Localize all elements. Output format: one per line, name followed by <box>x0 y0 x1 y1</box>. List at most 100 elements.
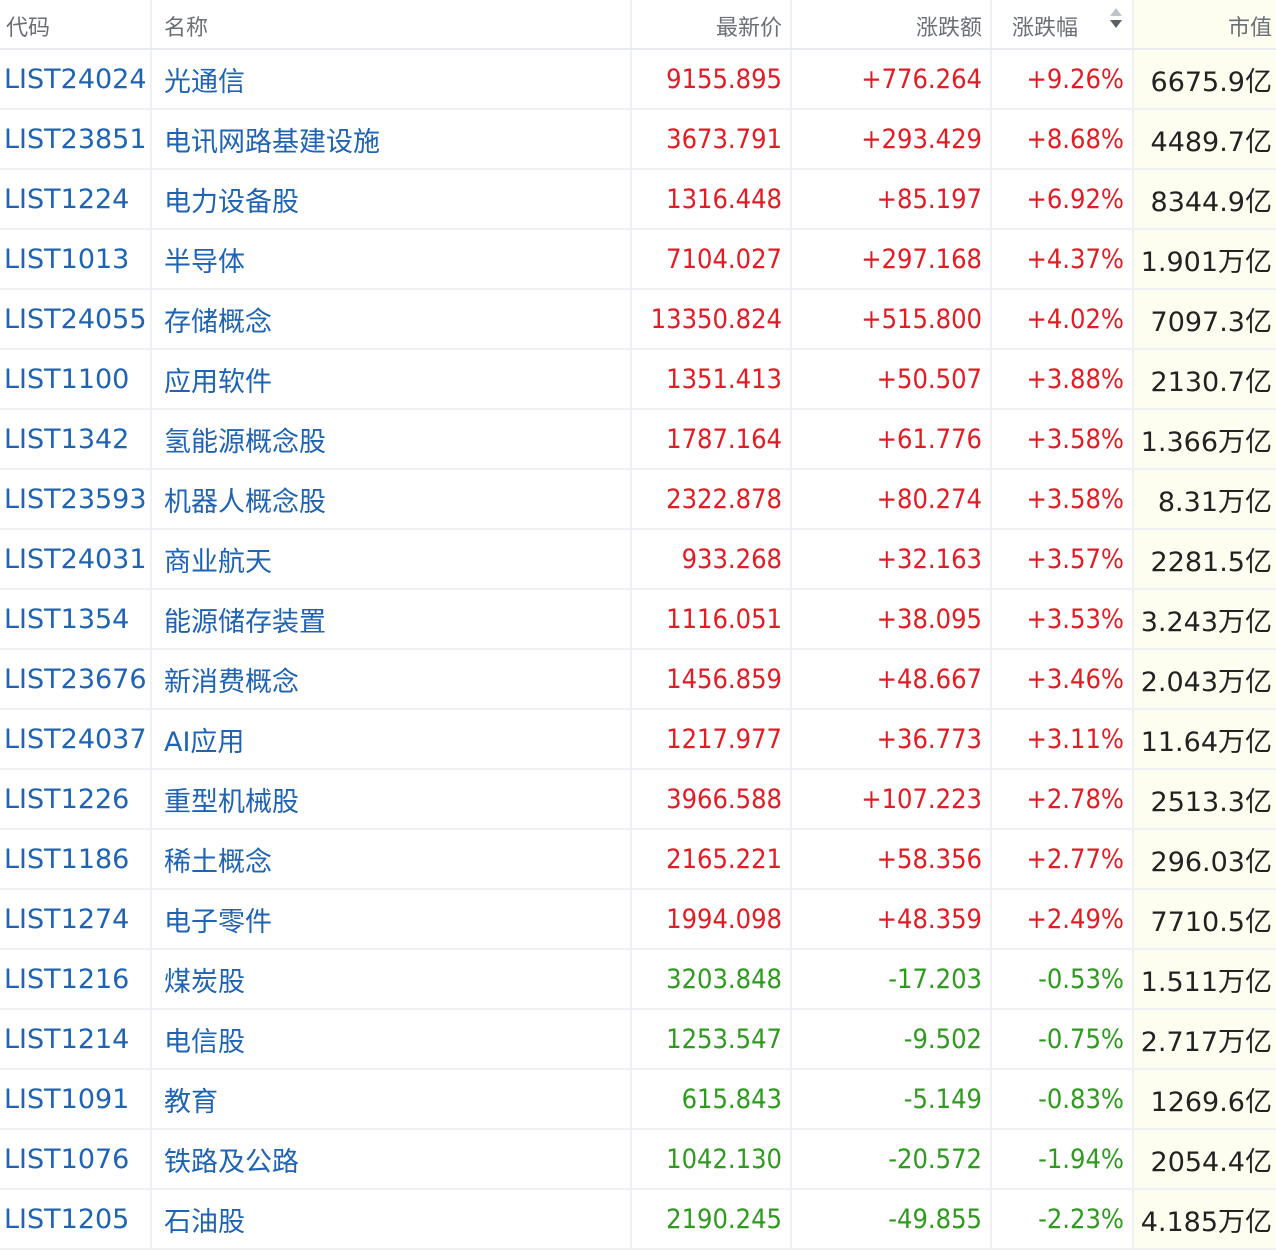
header-cap[interactable]: 市值 <box>1134 0 1276 48</box>
table-row[interactable]: LIST1342 氢能源概念股 1787.164 +61.776 +3.58% 1.366… <box>0 410 1276 470</box>
sector-code-link[interactable]: LIST1186 <box>4 844 129 875</box>
sector-name-link[interactable]: 铁路及公路 <box>164 1140 299 1179</box>
sector-code-link[interactable]: LIST23851 <box>4 124 147 155</box>
sector-name-link[interactable]: 机器人概念股 <box>164 480 326 519</box>
sector-code-link[interactable]: LIST24037 <box>4 724 147 755</box>
market-cap: 1269.6亿 <box>1150 1086 1272 1118</box>
sector-code-link[interactable]: LIST1226 <box>4 784 129 815</box>
table-row[interactable]: LIST23851 电讯网路基建设施 3673.791 +293.429 +8.68% 4… <box>0 110 1276 170</box>
sector-name-link[interactable]: 商业航天 <box>164 540 272 579</box>
latest-price: 3673.791 <box>666 123 782 155</box>
sector-code-link[interactable]: LIST1013 <box>4 244 129 275</box>
table-row[interactable]: LIST1224 电力设备股 1316.448 +85.197 +6.92% 8344.9… <box>0 170 1276 230</box>
price-change: +48.667 <box>876 663 982 695</box>
sector-code-link[interactable]: LIST24055 <box>4 304 147 335</box>
header-name[interactable]: 名称 <box>152 0 632 48</box>
price-change-pct: -0.53% <box>1038 963 1124 995</box>
market-cap: 2130.7亿 <box>1150 366 1272 398</box>
table-row[interactable]: LIST24037 AI应用 1217.977 +36.773 +3.11% 11.64万… <box>0 710 1276 770</box>
price-change: -9.502 <box>903 1023 982 1055</box>
table-row[interactable]: LIST1205 石油股 2190.245 -49.855 -2.23% 4.185万亿 <box>0 1190 1276 1250</box>
market-cap: 7097.3亿 <box>1150 306 1272 338</box>
sort-descending-icon[interactable] <box>1110 8 1122 28</box>
sector-name-link[interactable]: AI应用 <box>164 720 244 759</box>
table-row[interactable]: LIST1274 电子零件 1994.098 +48.359 +2.49% 7710.5亿 <box>0 890 1276 950</box>
sector-code-link[interactable]: LIST1354 <box>4 604 129 635</box>
sector-code-link[interactable]: LIST24024 <box>4 64 147 95</box>
sector-name-link[interactable]: 光通信 <box>164 60 245 99</box>
table-row[interactable]: LIST23676 新消费概念 1456.859 +48.667 +3.46% 2.043… <box>0 650 1276 710</box>
sector-name-link[interactable]: 新消费概念 <box>164 660 299 699</box>
table-body: LIST24024 光通信 9155.895 +776.264 +9.26% 6675.9… <box>0 50 1276 1250</box>
market-cap: 2.717万亿 <box>1140 1026 1272 1058</box>
sector-code-link[interactable]: LIST23676 <box>4 664 147 695</box>
sector-code-link[interactable]: LIST24031 <box>4 544 147 575</box>
table-row[interactable]: LIST1091 教育 615.843 -5.149 -0.83% 1269.6亿 <box>0 1070 1276 1130</box>
price-change-pct: +3.53% <box>1026 603 1124 635</box>
price-change-pct: +3.58% <box>1026 423 1124 455</box>
table-row[interactable]: LIST1100 应用软件 1351.413 +50.507 +3.88% 2130.7亿 <box>0 350 1276 410</box>
sector-name-link[interactable]: 稀土概念 <box>164 840 272 879</box>
sector-code-link[interactable]: LIST1205 <box>4 1204 129 1235</box>
latest-price: 13350.824 <box>650 303 782 335</box>
price-change-pct: +3.88% <box>1026 363 1124 395</box>
table-row[interactable]: LIST1226 重型机械股 3966.588 +107.223 +2.78% 2513.… <box>0 770 1276 830</box>
latest-price: 3203.848 <box>666 963 782 995</box>
market-cap: 1.901万亿 <box>1140 246 1272 278</box>
sector-name-link[interactable]: 半导体 <box>164 240 245 279</box>
sector-code-link[interactable]: LIST1091 <box>4 1084 129 1115</box>
sector-code-link[interactable]: LIST1342 <box>4 424 129 455</box>
table-row[interactable]: LIST1354 能源储存装置 1116.051 +38.095 +3.53% 3.243… <box>0 590 1276 650</box>
sector-code-link[interactable]: LIST1216 <box>4 964 129 995</box>
table-row[interactable]: LIST1216 煤炭股 3203.848 -17.203 -0.53% 1.511万亿 <box>0 950 1276 1010</box>
sector-name-link[interactable]: 电子零件 <box>164 900 272 939</box>
header-pct[interactable]: 涨跌幅 <box>992 0 1134 48</box>
header-price[interactable]: 最新价 <box>632 0 792 48</box>
sector-name-link[interactable]: 教育 <box>164 1080 218 1119</box>
price-change-pct: +2.49% <box>1026 903 1124 935</box>
sector-name-link[interactable]: 重型机械股 <box>164 780 299 819</box>
sector-code-link[interactable]: LIST1214 <box>4 1024 129 1055</box>
sector-code-link[interactable]: LIST23593 <box>4 484 147 515</box>
price-change-pct: +3.46% <box>1026 663 1124 695</box>
price-change-pct: +2.77% <box>1026 843 1124 875</box>
sector-code-link[interactable]: LIST1076 <box>4 1144 129 1175</box>
price-change-pct: +4.37% <box>1026 243 1124 275</box>
sector-name-link[interactable]: 氢能源概念股 <box>164 420 326 459</box>
table-row[interactable]: LIST24031 商业航天 933.268 +32.163 +3.57% 2281.5亿 <box>0 530 1276 590</box>
price-change-pct: +2.78% <box>1026 783 1124 815</box>
sector-name-link[interactable]: 存储概念 <box>164 300 272 339</box>
sector-name-link[interactable]: 应用软件 <box>164 360 272 399</box>
table-row[interactable]: LIST1214 电信股 1253.547 -9.502 -0.75% 2.717万亿 <box>0 1010 1276 1070</box>
table-row[interactable]: LIST1013 半导体 7104.027 +297.168 +4.37% 1.901万亿 <box>0 230 1276 290</box>
sector-code-link[interactable]: LIST1100 <box>4 364 129 395</box>
price-change-pct: +6.92% <box>1026 183 1124 215</box>
sector-name-link[interactable]: 石油股 <box>164 1200 245 1239</box>
market-cap: 1.366万亿 <box>1140 426 1272 458</box>
table-row[interactable]: LIST1186 稀土概念 2165.221 +58.356 +2.77% 296.03亿 <box>0 830 1276 890</box>
price-change: +48.359 <box>876 903 982 935</box>
sector-code-link[interactable]: LIST1224 <box>4 184 129 215</box>
price-change: +293.429 <box>861 123 982 155</box>
sector-name-link[interactable]: 电力设备股 <box>164 180 299 219</box>
sector-code-link[interactable]: LIST1274 <box>4 904 129 935</box>
price-change-pct: +8.68% <box>1026 123 1124 155</box>
header-change[interactable]: 涨跌额 <box>792 0 992 48</box>
price-change-pct: +9.26% <box>1026 63 1124 95</box>
price-change: +36.773 <box>876 723 982 755</box>
sector-name-link[interactable]: 电讯网路基建设施 <box>164 120 380 159</box>
market-cap: 7710.5亿 <box>1150 906 1272 938</box>
price-change: -49.855 <box>888 1203 982 1235</box>
latest-price: 615.843 <box>681 1083 782 1115</box>
table-row[interactable]: LIST24055 存储概念 13350.824 +515.800 +4.02% 7097… <box>0 290 1276 350</box>
sector-name-link[interactable]: 电信股 <box>164 1020 245 1059</box>
table-row[interactable]: LIST23593 机器人概念股 2322.878 +80.274 +3.58% 8.31… <box>0 470 1276 530</box>
table-row[interactable]: LIST1076 铁路及公路 1042.130 -20.572 -1.94% 2054.4… <box>0 1130 1276 1190</box>
price-change-pct: -0.75% <box>1038 1023 1124 1055</box>
latest-price: 1042.130 <box>666 1143 782 1175</box>
sector-name-link[interactable]: 能源储存装置 <box>164 600 326 639</box>
table-row[interactable]: LIST24024 光通信 9155.895 +776.264 +9.26% 6675.9… <box>0 50 1276 110</box>
latest-price: 1116.051 <box>666 603 782 635</box>
header-code[interactable]: 代码 <box>0 0 152 48</box>
sector-name-link[interactable]: 煤炭股 <box>164 960 245 999</box>
